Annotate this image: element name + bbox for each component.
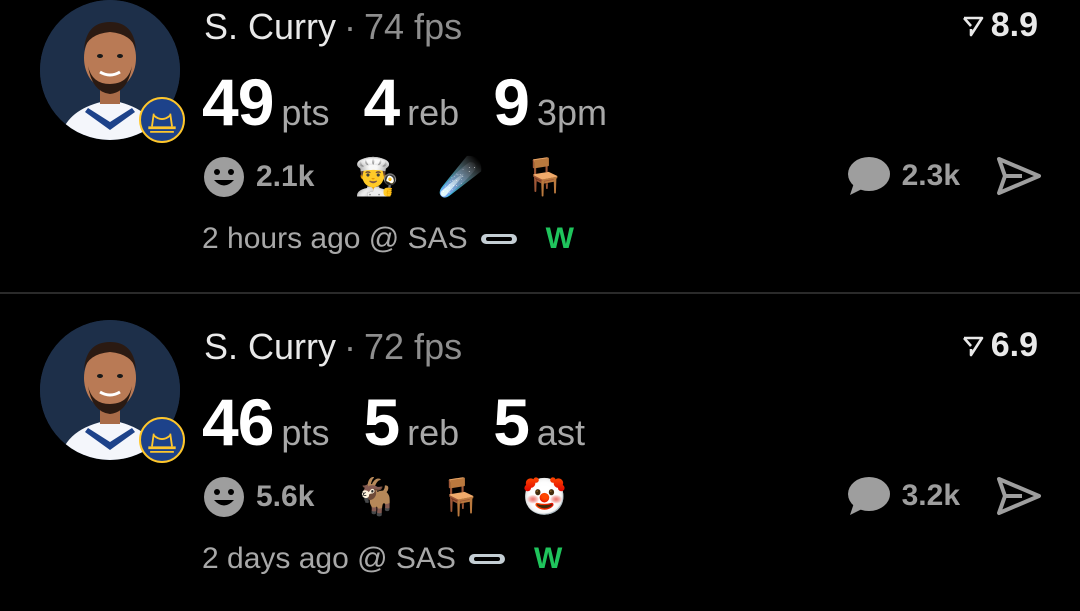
rating: 6.9 [961,326,1038,365]
post-divider [0,292,1080,294]
player-name[interactable]: S. Curry [204,6,336,47]
game-result: W [545,222,574,255]
post-actions: 2.3k [846,155,1042,197]
warriors-logo-icon [139,97,185,143]
fps-score: 72 fps [364,326,463,367]
stat-line: 46 pts 5 reb 5 ast [202,384,605,460]
comment-button[interactable]: 3.2k [846,475,960,517]
stat-unit: ast [536,412,585,453]
stat-line: 49 pts 4 reb 9 3pm [202,64,627,140]
rating-value: 6.9 [990,326,1038,364]
share-icon[interactable] [996,156,1042,196]
rating: 8.9 [961,6,1038,45]
stat-value: 46 [202,385,274,459]
smile-reaction-button[interactable]: 5.6k [202,475,314,519]
header-separator: · [344,326,357,367]
comment-button[interactable]: 2.3k [846,155,960,197]
stat-points: 46 pts [202,384,329,460]
stat-unit: reb [407,92,460,133]
post-card[interactable]: S. Curry·74 fps 8.9 49 pts 4 reb 9 3pm [0,0,1080,290]
stat-rebounds: 4 reb [363,64,459,140]
goat-emoji-reaction[interactable]: 🐐 [354,479,399,515]
stat-value: 4 [363,65,400,139]
share-icon[interactable] [996,476,1042,516]
clown-emoji-reaction[interactable]: 🤡 [522,479,567,515]
game-meta: 2 days ago @ SAS W [202,542,562,576]
spurs-logo-icon [468,554,505,564]
fps-score: 74 fps [364,6,463,47]
feed: S. Curry·74 fps 8.9 49 pts 4 reb 9 3pm [0,0,1080,611]
smile-icon [204,157,244,197]
game-time: 2 days ago @ SAS [202,542,456,575]
player-name[interactable]: S. Curry [204,326,336,367]
rating-arrow-icon [962,16,984,36]
warriors-logo-icon [139,417,185,463]
post-header: S. Curry · 72 fps [204,326,462,368]
stat-unit: 3pm [536,92,607,133]
stat-value: 9 [493,65,530,139]
chair-emoji-reaction[interactable]: 🪑 [438,479,483,515]
post-header: S. Curry · 74 fps [204,6,462,48]
comment-count: 3.2k [901,479,960,512]
smile-count: 5.6k [256,480,315,513]
reaction-bar: 5.6k 🐐 🪑 🤡 [202,475,567,519]
stat-unit: pts [281,92,330,133]
stat-threes: 9 3pm [493,64,607,140]
game-time: 2 hours ago @ SAS [202,222,468,255]
comment-icon [847,157,890,195]
post-card[interactable]: S. Curry·72 fps 6.9 46 pts 5 reb 5 ast [0,320,1080,610]
reaction-bar: 2.1k 👨‍🍳 ☄️ 🪑 [202,155,567,199]
rating-value: 8.9 [990,6,1038,44]
comment-icon [847,477,890,515]
smile-reaction-button[interactable]: 2.1k [202,155,314,199]
spurs-logo-icon [480,234,517,244]
post-actions: 3.2k [846,475,1042,517]
game-result: W [533,542,563,575]
smile-count: 2.1k [256,160,315,193]
stat-rebounds: 5 reb [363,384,459,460]
stat-points: 49 pts [202,64,329,140]
comment-count: 2.3k [901,159,960,192]
header-separator: · [344,6,357,47]
stat-value: 5 [363,385,400,459]
stat-unit: pts [281,412,330,453]
stat-assists: 5 ast [493,384,585,460]
stat-unit: reb [407,412,460,453]
game-meta: 2 hours ago @ SAS W [202,222,574,256]
comet-emoji-reaction[interactable]: ☄️ [438,159,483,195]
chef-emoji-reaction[interactable]: 👨‍🍳 [354,159,399,195]
stat-value: 5 [493,385,530,459]
rating-arrow-icon [962,336,984,356]
stat-value: 49 [202,65,274,139]
chair-emoji-reaction[interactable]: 🪑 [522,159,567,195]
smile-icon [204,477,244,517]
